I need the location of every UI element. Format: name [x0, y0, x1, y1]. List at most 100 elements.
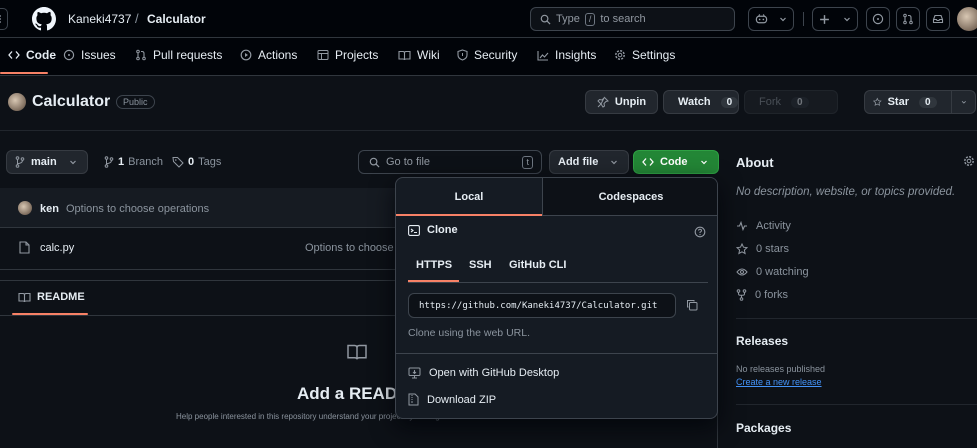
- packages-title[interactable]: Packages: [736, 421, 791, 435]
- tab-pull-requests[interactable]: Pull requests: [135, 48, 222, 62]
- protocol-tab-ssh[interactable]: SSH: [469, 259, 492, 271]
- book-icon: [347, 344, 367, 360]
- hamburger-menu-button[interactable]: [0, 8, 8, 30]
- activity-link[interactable]: Activity: [736, 220, 791, 232]
- forks-link[interactable]: 0 forks: [736, 289, 788, 301]
- clone-url-field[interactable]: https://github.com/Kaneki4737/Calculator…: [408, 293, 676, 318]
- unpin-label: Unpin: [614, 96, 647, 108]
- star-menu-divider: [950, 91, 952, 113]
- star-icon: [736, 243, 748, 255]
- branch-selector[interactable]: main: [6, 150, 88, 174]
- inbox-button[interactable]: [926, 7, 950, 31]
- tab-actions[interactable]: Actions: [240, 48, 297, 62]
- inbox-icon: [932, 14, 944, 24]
- pulse-icon: [737, 221, 747, 231]
- branch-count: 1: [118, 156, 125, 168]
- star-icon: [873, 97, 882, 106]
- tab-security[interactable]: Security: [457, 48, 517, 62]
- commit-message[interactable]: Options to choose operations: [66, 203, 209, 215]
- gear-icon: [615, 50, 625, 60]
- pull-request-icon: [136, 49, 146, 61]
- readme-tab[interactable]: README: [18, 291, 85, 303]
- create-new-button[interactable]: [812, 7, 858, 31]
- plus-icon: [820, 14, 830, 24]
- chevron-down-icon: [611, 160, 618, 165]
- chevron-down-icon: [962, 100, 967, 104]
- watch-button[interactable]: Watch 0: [663, 90, 739, 114]
- tab-label: Issues: [81, 48, 116, 62]
- clone-title-row: Clone: [408, 224, 458, 236]
- play-icon: [240, 49, 252, 61]
- download-zip-label: Download ZIP: [427, 393, 497, 406]
- dropdown-tab-local[interactable]: Local: [396, 178, 542, 216]
- dropdown-tab-codespaces[interactable]: Codespaces: [542, 178, 717, 216]
- tab-code[interactable]: Code: [8, 48, 56, 62]
- code-button[interactable]: Code: [633, 150, 719, 174]
- book-icon: [398, 50, 411, 60]
- tab-projects[interactable]: Projects: [317, 48, 378, 62]
- github-logo-icon[interactable]: [32, 7, 56, 31]
- fork-icon: [736, 289, 747, 301]
- star-button[interactable]: Star 0: [864, 90, 976, 114]
- clone-title: Clone: [427, 224, 458, 236]
- fork-button[interactable]: Fork 0: [744, 90, 838, 114]
- tab-issues[interactable]: Issues: [63, 48, 116, 62]
- file-commit-message[interactable]: Options to choose: [305, 242, 394, 254]
- dropdown-tab-label: Local: [454, 191, 484, 203]
- watch-label: Watch: [678, 96, 711, 108]
- go-to-file-input[interactable]: Go to file t: [358, 150, 542, 174]
- sidebar-divider: [736, 404, 977, 405]
- branch-name: main: [31, 156, 57, 168]
- protocol-tab-github-cli[interactable]: GitHub CLI: [509, 259, 566, 271]
- search-shortcut-key: /: [584, 12, 596, 26]
- branch-icon: [104, 156, 114, 168]
- dropdown-tab-underline: [396, 214, 542, 216]
- clone-dropdown: Local Codespaces Clone HTTPS SSH GitHub …: [395, 177, 718, 419]
- chevron-down-icon: [69, 160, 76, 165]
- global-search-input[interactable]: Type / to search: [530, 7, 735, 31]
- pull-request-icon: [903, 13, 913, 25]
- branches-link[interactable]: 1 Branch: [104, 156, 163, 168]
- add-file-button[interactable]: Add file: [549, 150, 629, 174]
- tab-wiki[interactable]: Wiki: [398, 48, 440, 62]
- stars-link[interactable]: 0 stars: [736, 243, 789, 255]
- terminal-icon: [408, 224, 420, 236]
- protocol-tab-https[interactable]: HTTPS: [416, 259, 452, 271]
- chevron-down-icon: [700, 160, 707, 165]
- gear-icon[interactable]: [963, 155, 975, 167]
- tab-label: Actions: [258, 48, 298, 62]
- issue-icon: [872, 13, 884, 25]
- unpin-button[interactable]: Unpin: [585, 90, 658, 114]
- tab-insights[interactable]: Insights: [537, 48, 596, 62]
- pull-requests-header-button[interactable]: [896, 7, 920, 31]
- breadcrumb-owner[interactable]: Kaneki4737: [68, 12, 131, 26]
- copilot-button[interactable]: [748, 7, 794, 31]
- fork-label: Fork: [759, 96, 781, 108]
- create-release-link[interactable]: Create a new release: [736, 377, 822, 387]
- avatar[interactable]: [957, 7, 977, 31]
- tab-label: Pull requests: [153, 48, 223, 62]
- open-with-desktop-item[interactable]: Open with GitHub Desktop: [408, 367, 559, 379]
- issues-header-button[interactable]: [866, 7, 890, 31]
- breadcrumb-separator: /: [135, 11, 139, 26]
- tab-settings[interactable]: Settings: [614, 48, 675, 62]
- code-icon: [8, 51, 20, 59]
- file-name[interactable]: calc.py: [40, 242, 74, 254]
- breadcrumb-repo[interactable]: Calculator: [147, 12, 206, 26]
- watching-link[interactable]: 0 watching: [736, 266, 809, 278]
- visibility-badge: Public: [116, 95, 155, 109]
- download-zip-item[interactable]: Download ZIP: [408, 393, 496, 406]
- repo-title[interactable]: Calculator: [32, 93, 110, 111]
- commit-author-avatar: [18, 201, 32, 215]
- open-with-desktop-label: Open with GitHub Desktop: [429, 367, 560, 379]
- file-zip-icon: [408, 393, 419, 406]
- help-icon[interactable]: [694, 226, 706, 238]
- branch-count-label: Branch: [128, 156, 163, 168]
- commit-author[interactable]: ken: [40, 203, 59, 215]
- releases-title[interactable]: Releases: [736, 334, 788, 348]
- releases-text: No releases published: [736, 364, 826, 374]
- tags-link[interactable]: 0 Tags: [172, 156, 221, 168]
- readme-tab-label: README: [37, 291, 85, 303]
- copy-icon[interactable]: [686, 299, 698, 311]
- issue-icon: [63, 49, 75, 61]
